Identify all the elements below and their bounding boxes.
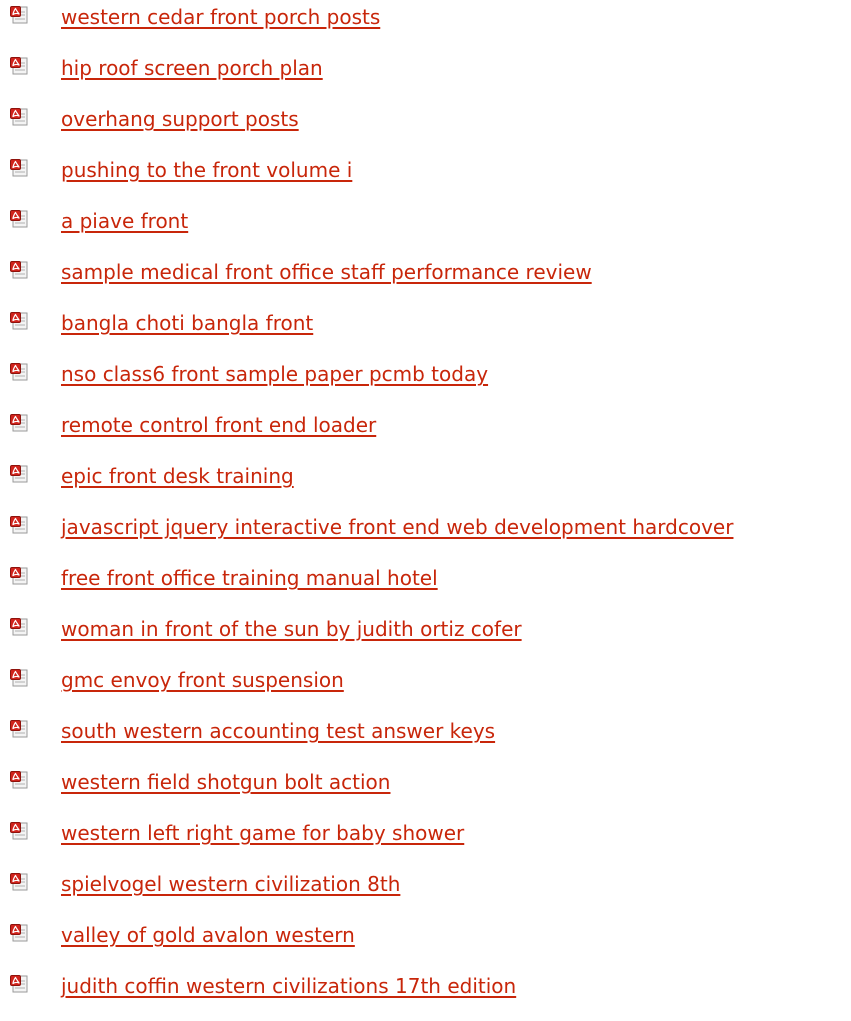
pdf-link[interactable]: western left right game for baby shower: [61, 821, 464, 845]
list-item: pushing to the front volume i: [0, 153, 851, 204]
pdf-file-icon: [10, 771, 28, 789]
list-item: judith coffin western civilizations 17th…: [0, 969, 851, 1020]
pdf-link[interactable]: western cedar front porch posts: [61, 5, 380, 29]
pdf-link[interactable]: western field shotgun bolt action: [61, 770, 390, 794]
pdf-file-icon: [10, 210, 28, 228]
pdf-link[interactable]: judith coffin western civilizations 17th…: [61, 974, 516, 998]
pdf-link[interactable]: remote control front end loader: [61, 413, 376, 437]
list-item: woman in front of the sun by judith orti…: [0, 612, 851, 663]
pdf-link[interactable]: spielvogel western civilization 8th: [61, 872, 400, 896]
pdf-file-icon: [10, 618, 28, 636]
pdf-file-icon: [10, 567, 28, 585]
pdf-link[interactable]: gmc envoy front suspension: [61, 668, 344, 692]
pdf-file-icon: [10, 822, 28, 840]
list-item: spielvogel western civilization 8th: [0, 867, 851, 918]
list-item: valley of gold avalon western: [0, 918, 851, 969]
pdf-file-icon: [10, 924, 28, 942]
pdf-link[interactable]: bangla choti bangla front: [61, 311, 313, 335]
list-item: bangla choti bangla front: [0, 306, 851, 357]
list-item: sample medical front office staff perfor…: [0, 255, 851, 306]
list-item: gmc envoy front suspension: [0, 663, 851, 714]
list-item: nso class6 front sample paper pcmb today: [0, 357, 851, 408]
pdf-file-icon: [10, 414, 28, 432]
list-item: western left right game for baby shower: [0, 816, 851, 867]
pdf-file-icon: [10, 108, 28, 126]
list-item: free front office training manual hotel: [0, 561, 851, 612]
pdf-link[interactable]: pushing to the front volume i: [61, 158, 352, 182]
list-item: javascript jquery interactive front end …: [0, 510, 851, 561]
list-item: a piave front: [0, 204, 851, 255]
list-item: remote control front end loader: [0, 408, 851, 459]
list-item: hip roof screen porch plan: [0, 51, 851, 102]
pdf-link-list: western cedar front porch posts hip roof …: [0, 0, 851, 1020]
pdf-link[interactable]: south western accounting test answer key…: [61, 719, 495, 743]
pdf-file-icon: [10, 57, 28, 75]
pdf-link[interactable]: hip roof screen porch plan: [61, 56, 323, 80]
list-item: western field shotgun bolt action: [0, 765, 851, 816]
pdf-file-icon: [10, 720, 28, 738]
list-item: epic front desk training: [0, 459, 851, 510]
list-item: western cedar front porch posts: [0, 0, 851, 51]
pdf-file-icon: [10, 312, 28, 330]
pdf-link[interactable]: overhang support posts: [61, 107, 299, 131]
pdf-file-icon: [10, 159, 28, 177]
pdf-file-icon: [10, 261, 28, 279]
pdf-link[interactable]: sample medical front office staff perfor…: [61, 260, 592, 284]
pdf-link[interactable]: nso class6 front sample paper pcmb today: [61, 362, 488, 386]
pdf-link[interactable]: free front office training manual hotel: [61, 566, 438, 590]
pdf-file-icon: [10, 975, 28, 993]
pdf-link[interactable]: valley of gold avalon western: [61, 923, 355, 947]
pdf-link[interactable]: a piave front: [61, 209, 188, 233]
pdf-file-icon: [10, 363, 28, 381]
list-item: south western accounting test answer key…: [0, 714, 851, 765]
pdf-file-icon: [10, 6, 28, 24]
pdf-file-icon: [10, 873, 28, 891]
pdf-link[interactable]: woman in front of the sun by judith orti…: [61, 617, 522, 641]
pdf-link[interactable]: epic front desk training: [61, 464, 294, 488]
pdf-file-icon: [10, 669, 28, 687]
pdf-file-icon: [10, 465, 28, 483]
pdf-file-icon: [10, 516, 28, 534]
pdf-link[interactable]: javascript jquery interactive front end …: [61, 515, 733, 539]
list-item: overhang support posts: [0, 102, 851, 153]
